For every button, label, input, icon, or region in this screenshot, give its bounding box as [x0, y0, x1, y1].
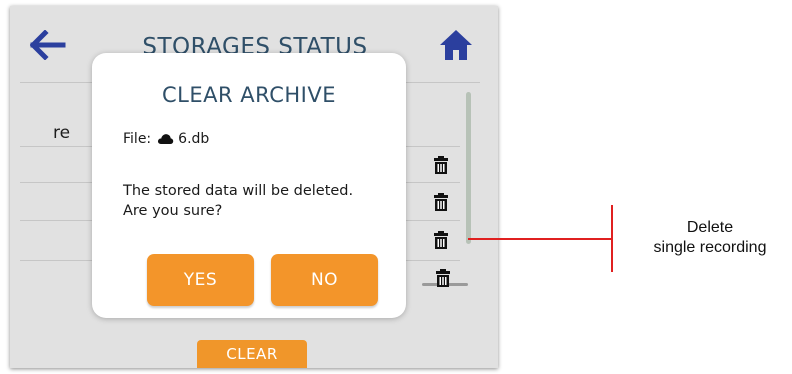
device-screen: STORAGES STATUS re CLEAR CLEAR ARCHIVE F…	[10, 6, 498, 368]
annotation-label: Delete single recording	[630, 218, 790, 258]
arrow-left-icon	[29, 29, 66, 61]
annotation-line: single recording	[653, 239, 767, 256]
annotation-line: Delete	[686, 219, 734, 236]
vertical-scrollbar[interactable]	[466, 92, 471, 244]
delete-recording-button[interactable]	[434, 231, 448, 249]
no-button[interactable]: NO	[271, 254, 378, 306]
delete-recording-button[interactable]	[434, 156, 448, 174]
trash-icon	[436, 269, 450, 287]
file-label: File:	[123, 131, 152, 147]
cloud-icon	[158, 134, 174, 144]
trash-icon	[434, 193, 448, 211]
callout-line	[468, 238, 612, 240]
dialog-title: CLEAR ARCHIVE	[162, 83, 336, 107]
dialog-message: The stored data will be deleted. Are you…	[123, 181, 353, 221]
message-line: The stored data will be deleted.	[123, 183, 354, 199]
file-name: 6.db	[178, 131, 210, 147]
trash-icon	[434, 231, 448, 249]
back-button[interactable]	[29, 29, 66, 61]
row-label: re	[53, 123, 71, 143]
file-info: File: 6.db	[123, 131, 209, 147]
yes-button[interactable]: YES	[147, 254, 254, 306]
clear-archive-dialog: CLEAR ARCHIVE File: 6.db The stored data…	[92, 53, 406, 318]
message-line: Are you sure?	[123, 203, 223, 219]
home-button[interactable]	[438, 28, 474, 62]
callout-bracket	[611, 205, 613, 272]
delete-recording-button[interactable]	[436, 269, 450, 287]
clear-button[interactable]: CLEAR	[197, 340, 307, 368]
trash-icon	[434, 156, 448, 174]
delete-recording-button[interactable]	[434, 193, 448, 211]
home-icon	[440, 30, 472, 60]
